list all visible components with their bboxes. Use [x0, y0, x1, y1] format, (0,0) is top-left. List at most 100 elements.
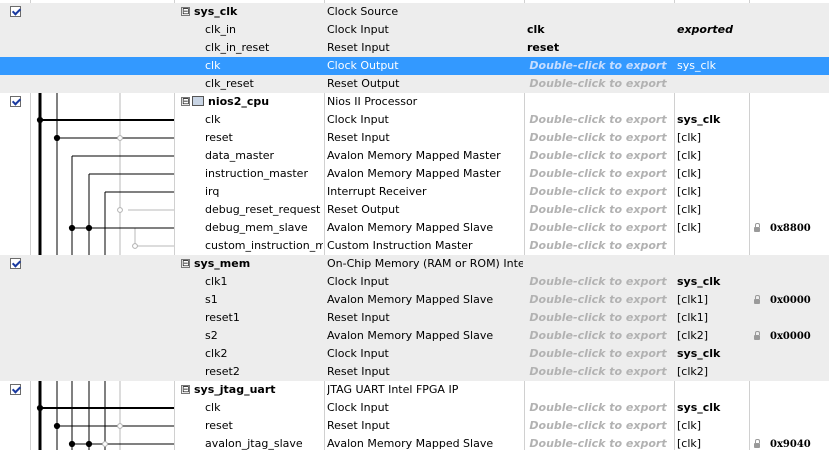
name-cell[interactable]: reset: [177, 417, 323, 435]
port-row[interactable]: clk_in_reset Reset Input reset: [0, 39, 829, 57]
name-cell[interactable]: ⊟ nios2_cpu: [177, 93, 323, 111]
name-cell[interactable]: clk: [177, 111, 323, 129]
collapse-expander-icon[interactable]: ⊟: [181, 384, 190, 394]
port-row[interactable]: debug_reset_request Reset Output Double-cl…: [0, 201, 829, 219]
export-cell[interactable]: Double-click to export: [527, 363, 669, 381]
base-cell[interactable]: [752, 111, 829, 129]
export-cell[interactable]: Double-click to export: [527, 417, 669, 435]
clock-cell[interactable]: [clk]: [677, 435, 747, 453]
base-cell[interactable]: [752, 183, 829, 201]
port-row[interactable]: irq Interrupt Receiver Double-click to exp…: [0, 183, 829, 201]
export-cell[interactable]: [527, 381, 669, 399]
port-row[interactable]: custom_instruction_m... Custom Instructio…: [0, 237, 829, 255]
base-cell[interactable]: 0x8800: [752, 219, 829, 237]
clock-cell[interactable]: [clk]: [677, 129, 747, 147]
use-checkbox[interactable]: [9, 383, 21, 395]
port-row[interactable]: clk_reset Reset Output Double-click to exp…: [0, 75, 829, 93]
name-cell[interactable]: avalon_jtag_slave: [177, 435, 323, 453]
export-cell[interactable]: Double-click to export: [527, 57, 669, 75]
name-cell[interactable]: clk_in_reset: [177, 39, 323, 57]
export-cell[interactable]: clk: [527, 21, 669, 39]
name-cell[interactable]: irq: [177, 183, 323, 201]
export-cell[interactable]: Double-click to export: [527, 345, 669, 363]
port-row[interactable]: clk Clock Input Double-click to export sys_…: [0, 399, 829, 417]
export-cell[interactable]: Double-click to export: [527, 111, 669, 129]
clock-cell[interactable]: [677, 39, 747, 57]
clock-cell[interactable]: [clk1]: [677, 291, 747, 309]
use-checkbox[interactable]: [9, 5, 21, 17]
base-cell[interactable]: [752, 309, 829, 327]
base-cell[interactable]: [752, 21, 829, 39]
port-row[interactable]: s1 Avalon Memory Mapped Slave Double-click…: [0, 291, 829, 309]
clock-cell[interactable]: sys_clk: [677, 399, 747, 417]
base-cell[interactable]: [752, 345, 829, 363]
name-cell[interactable]: instruction_master: [177, 165, 323, 183]
name-cell[interactable]: ⊟ sys_clk: [177, 3, 323, 21]
clock-cell[interactable]: [677, 381, 747, 399]
base-cell[interactable]: [752, 57, 829, 75]
base-cell[interactable]: [752, 129, 829, 147]
export-cell[interactable]: Double-click to export: [527, 201, 669, 219]
lock-icon[interactable]: [754, 438, 760, 448]
port-row[interactable]: avalon_jtag_slave Avalon Memory Mapped Sl…: [0, 435, 829, 453]
clock-cell[interactable]: exported: [677, 21, 747, 39]
clock-cell[interactable]: sys_clk: [677, 273, 747, 291]
base-cell[interactable]: 0x9040: [752, 435, 829, 453]
base-cell[interactable]: [752, 93, 829, 111]
name-cell[interactable]: clk2: [177, 345, 323, 363]
export-cell[interactable]: [527, 3, 669, 21]
component-row[interactable]: ⊟ nios2_cpu Nios II Processor: [0, 93, 829, 111]
lock-icon[interactable]: [754, 330, 760, 340]
clock-cell[interactable]: [clk]: [677, 165, 747, 183]
collapse-expander-icon[interactable]: ⊟: [181, 6, 190, 16]
export-cell[interactable]: Double-click to export: [527, 219, 669, 237]
export-cell[interactable]: Double-click to export: [527, 327, 669, 345]
use-checkbox[interactable]: [9, 95, 21, 107]
base-cell[interactable]: [752, 237, 829, 255]
clock-cell[interactable]: sys_clk: [677, 345, 747, 363]
port-row[interactable]: reset Reset Input Double-click to export [c…: [0, 129, 829, 147]
port-row[interactable]: reset Reset Input Double-click to export [c…: [0, 417, 829, 435]
base-cell[interactable]: [752, 147, 829, 165]
export-cell[interactable]: Double-click to export: [527, 273, 669, 291]
export-cell[interactable]: reset: [527, 39, 669, 57]
clock-cell[interactable]: [clk]: [677, 219, 747, 237]
port-row[interactable]: reset2 Reset Input Double-click to export […: [0, 363, 829, 381]
clock-cell[interactable]: sys_clk: [677, 111, 747, 129]
export-cell[interactable]: Double-click to export: [527, 147, 669, 165]
lock-icon[interactable]: [754, 294, 760, 304]
export-cell[interactable]: Double-click to export: [527, 237, 669, 255]
name-cell[interactable]: ⊟ sys_jtag_uart: [177, 381, 323, 399]
lock-icon[interactable]: [754, 222, 760, 232]
export-cell[interactable]: [527, 93, 669, 111]
port-row[interactable]: data_master Avalon Memory Mapped Master Do…: [0, 147, 829, 165]
name-cell[interactable]: reset: [177, 129, 323, 147]
clock-cell[interactable]: [677, 93, 747, 111]
base-cell[interactable]: [752, 75, 829, 93]
port-row[interactable]: clk Clock Output Double-click to export sys…: [0, 57, 829, 75]
name-cell[interactable]: ⊟ sys_mem: [177, 255, 323, 273]
port-row[interactable]: clk2 Clock Input Double-click to export sys…: [0, 345, 829, 363]
export-cell[interactable]: Double-click to export: [527, 183, 669, 201]
base-cell[interactable]: [752, 39, 829, 57]
name-cell[interactable]: debug_mem_slave: [177, 219, 323, 237]
clock-cell[interactable]: [677, 255, 747, 273]
clock-cell[interactable]: [677, 75, 747, 93]
base-cell[interactable]: 0x0000: [752, 291, 829, 309]
use-checkbox[interactable]: [9, 257, 21, 269]
name-cell[interactable]: clk: [177, 57, 323, 75]
base-cell[interactable]: [752, 3, 829, 21]
base-cell[interactable]: [752, 417, 829, 435]
name-cell[interactable]: custom_instruction_m...: [177, 237, 323, 255]
clock-cell[interactable]: [clk]: [677, 147, 747, 165]
base-cell[interactable]: 0x0000: [752, 327, 829, 345]
export-cell[interactable]: Double-click to export: [527, 129, 669, 147]
export-cell[interactable]: [527, 255, 669, 273]
export-cell[interactable]: Double-click to export: [527, 309, 669, 327]
export-cell[interactable]: Double-click to export: [527, 399, 669, 417]
collapse-expander-icon[interactable]: ⊟: [181, 96, 190, 106]
clock-cell[interactable]: [clk2]: [677, 327, 747, 345]
port-row[interactable]: clk1 Clock Input Double-click to export sys…: [0, 273, 829, 291]
component-row[interactable]: ⊟ sys_clk Clock Source: [0, 3, 829, 21]
clock-cell[interactable]: [clk1]: [677, 309, 747, 327]
